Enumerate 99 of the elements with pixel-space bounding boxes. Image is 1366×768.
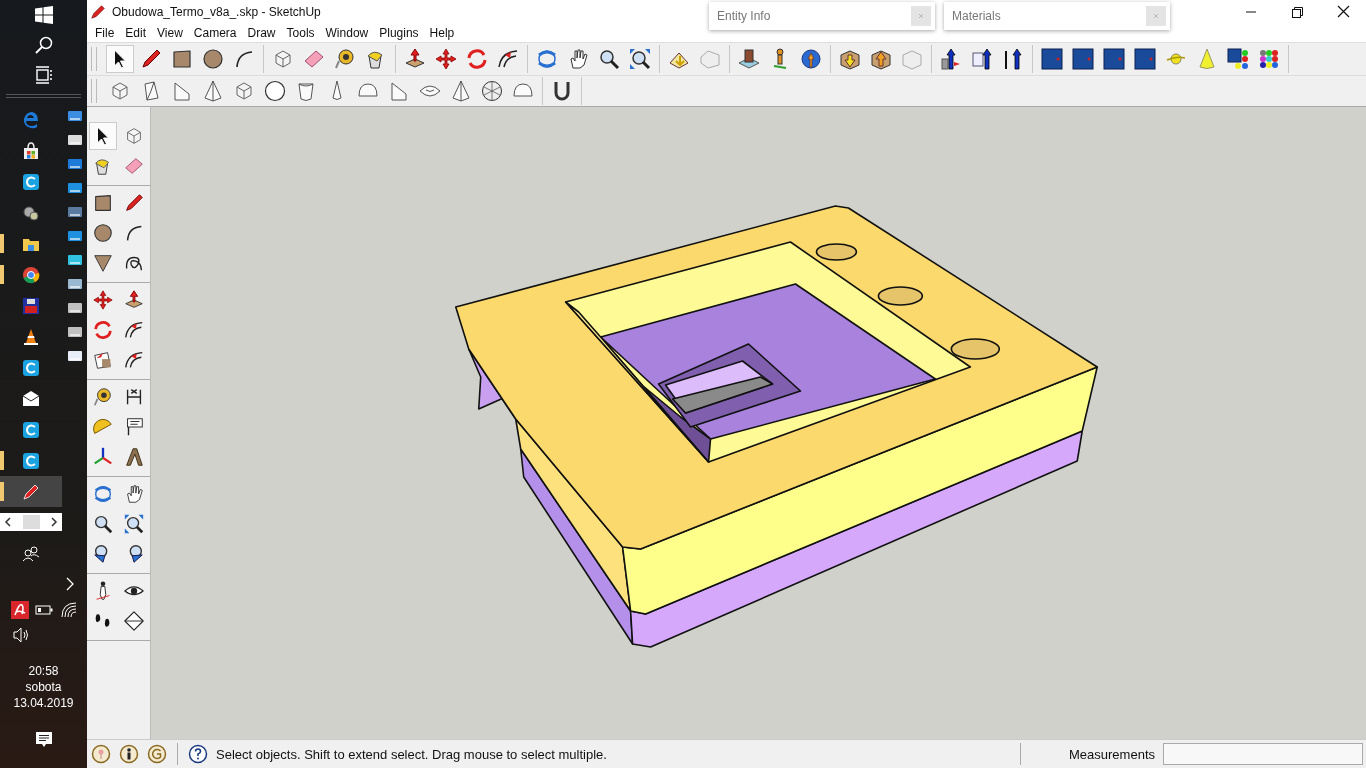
tile-icon[interactable] bbox=[1071, 47, 1095, 71]
menu-item[interactable]: View bbox=[153, 26, 190, 40]
rotate-icon[interactable] bbox=[465, 47, 489, 71]
model-drawing[interactable] bbox=[454, 205, 1098, 648]
select-tool[interactable] bbox=[88, 122, 117, 150]
desktop-shortcut-icon[interactable] bbox=[66, 228, 83, 244]
shopping-bag-icon bbox=[22, 141, 40, 160]
windows-logo-icon[interactable] bbox=[34, 6, 53, 24]
zoom-extents-icon[interactable] bbox=[123, 513, 146, 535]
cursor-icon bbox=[95, 126, 110, 146]
eraser-icon[interactable] bbox=[123, 155, 146, 177]
move-icon[interactable] bbox=[434, 47, 458, 71]
color-dots-icon[interactable] bbox=[1226, 47, 1250, 71]
circle-icon[interactable] bbox=[91, 222, 114, 244]
desktop-shortcut-icon[interactable] bbox=[66, 204, 83, 220]
geo-location-icon[interactable] bbox=[91, 744, 111, 764]
wifi-icon[interactable] bbox=[59, 601, 78, 619]
cursor-icon bbox=[113, 49, 127, 69]
tile-icon[interactable] bbox=[1133, 47, 1157, 71]
scrollbar-thumb[interactable] bbox=[22, 515, 40, 529]
square-icon[interactable] bbox=[170, 47, 194, 71]
pencil-icon bbox=[22, 482, 40, 501]
tile-icon[interactable] bbox=[1102, 47, 1126, 71]
task-view-icon[interactable] bbox=[34, 66, 53, 84]
panel-title: Materials bbox=[952, 9, 1001, 23]
geodesic-sphere-icon[interactable] bbox=[480, 79, 504, 103]
floating-panel[interactable]: Materials bbox=[944, 2, 1170, 30]
clock-day: sobota bbox=[25, 679, 62, 695]
menu-item[interactable]: Edit bbox=[121, 26, 154, 40]
circle-icon[interactable] bbox=[201, 47, 225, 71]
desktop-shortcut-icon[interactable] bbox=[66, 180, 83, 196]
globe-icon[interactable] bbox=[799, 47, 823, 71]
credits-icon[interactable] bbox=[119, 744, 139, 764]
tile-icon[interactable] bbox=[1040, 47, 1064, 71]
help-icon[interactable] bbox=[188, 744, 208, 764]
pencil-icon[interactable] bbox=[123, 192, 146, 214]
scale-icon[interactable] bbox=[91, 349, 114, 371]
menu-item[interactable]: File bbox=[91, 26, 122, 40]
app-icon bbox=[90, 4, 106, 20]
clock[interactable]: 20:58 sobota 13.04.2019 bbox=[0, 663, 87, 711]
round-logo-icon bbox=[22, 265, 40, 284]
traffic-cone-icon bbox=[22, 327, 40, 346]
envelope-icon bbox=[22, 389, 40, 408]
menu-item[interactable]: Window bbox=[321, 26, 376, 40]
push-pull-icon[interactable] bbox=[123, 289, 146, 311]
menu-item[interactable]: Plugins bbox=[375, 26, 426, 40]
desktop-shortcut-icon[interactable] bbox=[66, 156, 83, 172]
rotate-icon[interactable] bbox=[91, 319, 114, 341]
app-tile-icon bbox=[22, 420, 40, 439]
desktop-shortcut-icon[interactable] bbox=[66, 252, 83, 268]
box-down-arrow-icon[interactable] bbox=[838, 47, 862, 71]
desktop-shortcut-icon[interactable] bbox=[66, 348, 83, 364]
desktop-shortcut-icon[interactable] bbox=[66, 132, 83, 148]
menu-item[interactable]: Tools bbox=[282, 26, 322, 40]
desktop-shortcut-icon[interactable] bbox=[66, 324, 83, 340]
antivirus-icon[interactable] bbox=[11, 601, 30, 619]
floating-panel[interactable]: Entity Info bbox=[709, 2, 935, 30]
menu-item[interactable]: Help bbox=[425, 26, 462, 40]
speaker-icon[interactable] bbox=[13, 627, 31, 643]
taskbar-app[interactable] bbox=[0, 476, 62, 507]
select-tool[interactable] bbox=[106, 45, 134, 73]
zoom-icon[interactable] bbox=[597, 47, 621, 71]
list-arrow-icon[interactable] bbox=[970, 47, 994, 71]
measurements-field[interactable] bbox=[1163, 743, 1363, 765]
section-icon[interactable] bbox=[123, 610, 146, 632]
desktop-shortcut-icon[interactable] bbox=[66, 300, 83, 316]
panel-title: Entity Info bbox=[717, 9, 771, 23]
clock-time: 20:58 bbox=[28, 663, 59, 679]
building-icon[interactable] bbox=[737, 47, 761, 71]
move-icon[interactable] bbox=[91, 289, 114, 311]
measurements-label: Measurements bbox=[1069, 746, 1155, 762]
letter-shape-icon[interactable] bbox=[123, 446, 146, 468]
window-title: Obudowa_Termo_v8a_.skp - SketchUp bbox=[112, 5, 321, 19]
tape-measure-icon[interactable] bbox=[91, 386, 114, 408]
horizontal-scrollbar[interactable] bbox=[0, 513, 62, 531]
gears-icon bbox=[22, 203, 40, 222]
desktop-shortcut-icon[interactable] bbox=[66, 108, 83, 124]
desktop-shortcut-icon[interactable] bbox=[66, 276, 83, 292]
triangle-icon[interactable] bbox=[91, 252, 114, 274]
search-icon[interactable] bbox=[34, 36, 53, 54]
battery-icon[interactable] bbox=[35, 604, 54, 616]
letter-e-icon bbox=[22, 110, 40, 129]
zoom-extents-icon[interactable] bbox=[628, 47, 652, 71]
menu-item[interactable]: Draw bbox=[243, 26, 283, 40]
chevron-icon[interactable] bbox=[65, 577, 75, 591]
status-hint: Select objects. Shift to extend select. Drag mouse to select multiple. bbox=[216, 746, 607, 762]
menu-item[interactable]: Camera bbox=[189, 26, 244, 40]
sphere-icon[interactable] bbox=[263, 79, 287, 103]
app-tile-icon bbox=[22, 451, 40, 470]
sign-in-icon[interactable] bbox=[147, 744, 167, 764]
box-up-arrow-icon[interactable] bbox=[869, 47, 893, 71]
notification-icon[interactable] bbox=[34, 731, 53, 749]
app-tile-icon bbox=[22, 358, 40, 377]
tape-measure-icon[interactable] bbox=[333, 47, 357, 71]
clock-date: 13.04.2019 bbox=[13, 695, 74, 711]
orbit-icon[interactable] bbox=[535, 47, 559, 71]
color-dots-icon[interactable] bbox=[1257, 47, 1281, 71]
people-icon[interactable] bbox=[22, 545, 40, 563]
app-tile-icon bbox=[22, 172, 40, 191]
